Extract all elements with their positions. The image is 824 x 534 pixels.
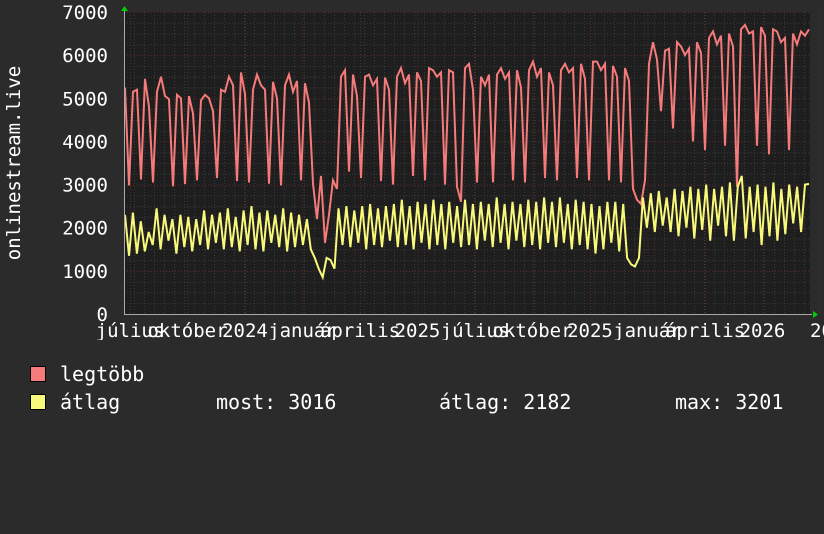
y-tick-label: 1000	[62, 261, 108, 283]
y-tick-label: 5000	[62, 88, 108, 110]
y-tick-label: 2000	[62, 218, 108, 240]
x-tick-label: október	[492, 320, 572, 340]
legend-swatch-avg	[30, 394, 46, 410]
y-axis-arrow-icon	[121, 6, 128, 11]
x-tick-label: 202	[810, 320, 824, 340]
x-tick-label: 2025	[567, 320, 613, 340]
x-tick-label: április	[665, 320, 745, 340]
y-tick-label: 4000	[62, 131, 108, 153]
y-axis-label: onlinestream.live	[3, 66, 25, 260]
legend-swatch-max	[30, 366, 46, 382]
x-tick-label: 2025	[395, 320, 441, 340]
x-tick-label: április	[320, 320, 400, 340]
y-tick-label: 3000	[62, 175, 108, 197]
chart: 01000200030004000500060007000 júliusoktó…	[3, 2, 824, 340]
stat-average: átlag: 2182	[439, 390, 572, 414]
legend-row-avg: átlag most: 3016 átlag: 2182 max: 3201	[30, 390, 824, 414]
stat-current: most: 3016	[216, 390, 337, 414]
x-tick-label: 2026	[740, 320, 786, 340]
legend-row-max: legtöbb	[30, 362, 144, 386]
y-tick-label: 7000	[62, 2, 108, 24]
x-axis-arrow-icon	[813, 311, 818, 318]
x-tick-label: 2024	[222, 320, 268, 340]
x-tick-label: október	[147, 320, 227, 340]
stat-max: max: 3201	[675, 390, 784, 414]
y-tick-label: 6000	[62, 45, 108, 67]
legend-label-avg: átlag	[60, 390, 121, 414]
y-tick-labels: 01000200030004000500060007000	[62, 2, 108, 326]
legend-label-max: legtöbb	[60, 362, 145, 386]
x-tick-labels: júliusoktóber2024 januáráprilis2025 július…	[96, 320, 824, 340]
